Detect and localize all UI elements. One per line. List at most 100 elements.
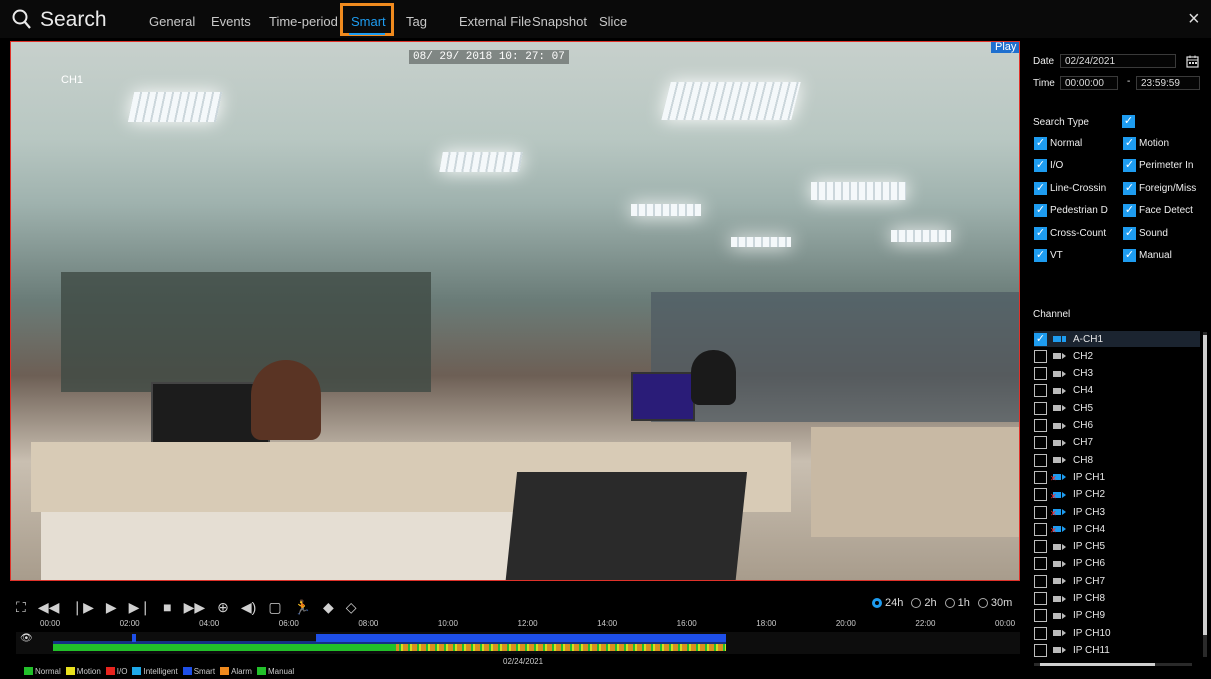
fullscreen-icon[interactable]: ⛶ (16, 599, 26, 615)
search-type-option[interactable]: ✓ Normal (1034, 137, 1120, 150)
search-type-option[interactable]: ✓ Line-Crossin (1034, 181, 1120, 195)
zoom-option-24h[interactable]: 24h (872, 597, 903, 609)
zoom-option-30m[interactable]: 30m (977, 597, 1012, 609)
checkbox-icon[interactable] (1034, 557, 1047, 571)
checkbox-icon[interactable] (1034, 470, 1047, 484)
checkbox-icon[interactable] (1034, 401, 1047, 415)
date-field[interactable]: 02/24/2021 (1060, 54, 1176, 68)
tab-smart[interactable]: Smart (351, 8, 386, 36)
checkbox-checked-icon[interactable]: ✓ (1034, 204, 1047, 218)
search-type-option[interactable]: ✓ Perimeter In (1123, 159, 1205, 173)
channel-item[interactable]: CH2 (1034, 348, 1200, 364)
checkbox-icon[interactable] (1034, 540, 1047, 554)
checkbox-icon[interactable] (1034, 574, 1047, 588)
channel-item[interactable]: ✕ IP CH3 (1034, 504, 1200, 520)
play-icon[interactable]: ▶ (106, 599, 117, 615)
checkbox-checked-icon[interactable]: ✓ (1034, 249, 1047, 262)
checkbox-icon[interactable] (1034, 626, 1047, 640)
channel-item[interactable]: ✕ IP CH2 (1034, 487, 1200, 503)
checkbox-icon[interactable] (1034, 367, 1047, 381)
tab-general[interactable]: General (149, 8, 195, 36)
checkbox-icon[interactable] (1034, 505, 1047, 519)
cubicle-divider (811, 427, 1019, 537)
search-type-all-checkbox[interactable]: ✓ (1122, 115, 1135, 128)
checkbox-checked-icon[interactable]: ✓ (1123, 181, 1136, 195)
channel-item[interactable]: ✕ IP CH1 (1034, 469, 1200, 485)
eye-icon[interactable]: 👁 (20, 633, 33, 644)
channel-item[interactable]: IP CH5 (1034, 539, 1200, 555)
step-back-icon[interactable]: ❘▶ (71, 599, 94, 615)
tag-icon[interactable]: ◆ (323, 599, 334, 615)
channel-item[interactable]: CH4 (1034, 383, 1200, 399)
search-type-option[interactable]: ✓ Pedestrian D (1034, 204, 1120, 218)
checkbox-checked-icon[interactable]: ✓ (1034, 137, 1047, 150)
checkbox-icon[interactable] (1034, 453, 1047, 467)
checkbox-icon[interactable] (1034, 592, 1047, 605)
tab-external-file[interactable]: External File (459, 8, 531, 36)
tab-slice[interactable]: Slice (599, 8, 627, 36)
channel-item[interactable]: IP CH6 (1034, 556, 1200, 572)
channel-hscrollbar-thumb[interactable] (1040, 663, 1155, 666)
checkbox-icon[interactable] (1034, 609, 1047, 623)
channel-item[interactable]: CH3 (1034, 366, 1200, 382)
checkbox-checked-icon[interactable]: ✓ (1123, 159, 1136, 173)
search-type-option[interactable]: ✓ Cross-Count (1034, 226, 1120, 240)
fast-forward-icon[interactable]: ▶▶ (184, 599, 206, 615)
channel-item[interactable]: IP CH10 (1034, 625, 1200, 641)
checkbox-icon[interactable] (1034, 488, 1047, 502)
search-type-option[interactable]: ✓ Sound (1123, 226, 1205, 240)
video-playback-area[interactable]: 08/ 29/ 2018 10: 27: 07 CH1 Play (10, 41, 1020, 581)
channel-item[interactable]: CH8 (1034, 452, 1200, 468)
channel-item[interactable]: IP CH9 (1034, 608, 1200, 624)
checkbox-checked-icon[interactable]: ✓ (1123, 249, 1136, 262)
close-icon[interactable]: × (1188, 8, 1200, 31)
search-type-option[interactable]: ✓ Manual (1123, 249, 1205, 262)
checkbox-checked-icon[interactable]: ✓ (1123, 137, 1136, 150)
checkbox-checked-icon[interactable]: ✓ (1034, 226, 1047, 240)
time-start-field[interactable]: 00:00:00 (1060, 76, 1118, 90)
checkbox-icon[interactable] (1034, 419, 1047, 432)
legend-item: Manual (256, 667, 294, 676)
step-forward-icon[interactable]: ▶❘ (129, 599, 152, 615)
channel-item[interactable]: ✕ IP CH4 (1034, 521, 1200, 537)
channel-item[interactable]: CH6 (1034, 418, 1200, 434)
channel-scrollbar-thumb[interactable] (1203, 335, 1207, 635)
smart-human-icon[interactable]: 🏃 (294, 599, 311, 615)
checkbox-icon[interactable] (1034, 349, 1047, 363)
add-tag-icon[interactable]: ◇ (346, 599, 357, 615)
audio-icon[interactable]: ◀) (241, 599, 256, 615)
zoom-option-1h[interactable]: 1h (944, 597, 970, 609)
rewind-icon[interactable]: ◀◀ (38, 599, 60, 615)
channel-item[interactable]: IP CH7 (1034, 573, 1200, 589)
checkbox-checked-icon[interactable]: ✓ (1034, 332, 1047, 346)
search-type-option[interactable]: ✓ Face Detect (1123, 204, 1205, 218)
checkbox-icon[interactable] (1034, 384, 1047, 398)
channel-item[interactable]: CH7 (1034, 435, 1200, 451)
checkbox-icon[interactable] (1034, 643, 1047, 657)
channel-item[interactable]: ✓ A-CH1 (1034, 331, 1200, 347)
search-type-option[interactable]: ✓ Foreign/Miss (1123, 181, 1205, 195)
checkbox-checked-icon[interactable]: ✓ (1034, 159, 1047, 173)
search-type-option[interactable]: ✓ I/O (1034, 159, 1120, 173)
tab-tag[interactable]: Tag (406, 8, 427, 36)
zoom-option-2h[interactable]: 2h (911, 597, 937, 609)
channel-item[interactable]: CH5 (1034, 400, 1200, 416)
checkbox-checked-icon[interactable]: ✓ (1034, 181, 1047, 195)
time-end-field[interactable]: 23:59:59 (1136, 76, 1200, 90)
tab-snapshot[interactable]: Snapshot (532, 8, 587, 36)
timeline-track[interactable] (16, 632, 1020, 654)
checkbox-icon[interactable] (1034, 522, 1047, 536)
checkbox-checked-icon[interactable]: ✓ (1123, 226, 1136, 240)
search-type-option[interactable]: ✓ Motion (1123, 137, 1205, 150)
search-type-option[interactable]: ✓ VT (1034, 249, 1120, 262)
tab-time-period[interactable]: Time-period (269, 8, 338, 36)
checkbox-icon[interactable] (1034, 436, 1047, 450)
calendar-icon[interactable] (1186, 55, 1199, 68)
snapshot-icon[interactable]: ▢ (268, 599, 281, 615)
channel-item[interactable]: IP CH8 (1034, 591, 1200, 607)
stop-icon[interactable]: ■ (163, 599, 171, 615)
tab-events[interactable]: Events (211, 8, 251, 36)
checkbox-checked-icon[interactable]: ✓ (1123, 204, 1136, 218)
channel-item[interactable]: IP CH11 (1034, 642, 1200, 658)
zoom-icon[interactable]: ⊕ (217, 599, 229, 615)
